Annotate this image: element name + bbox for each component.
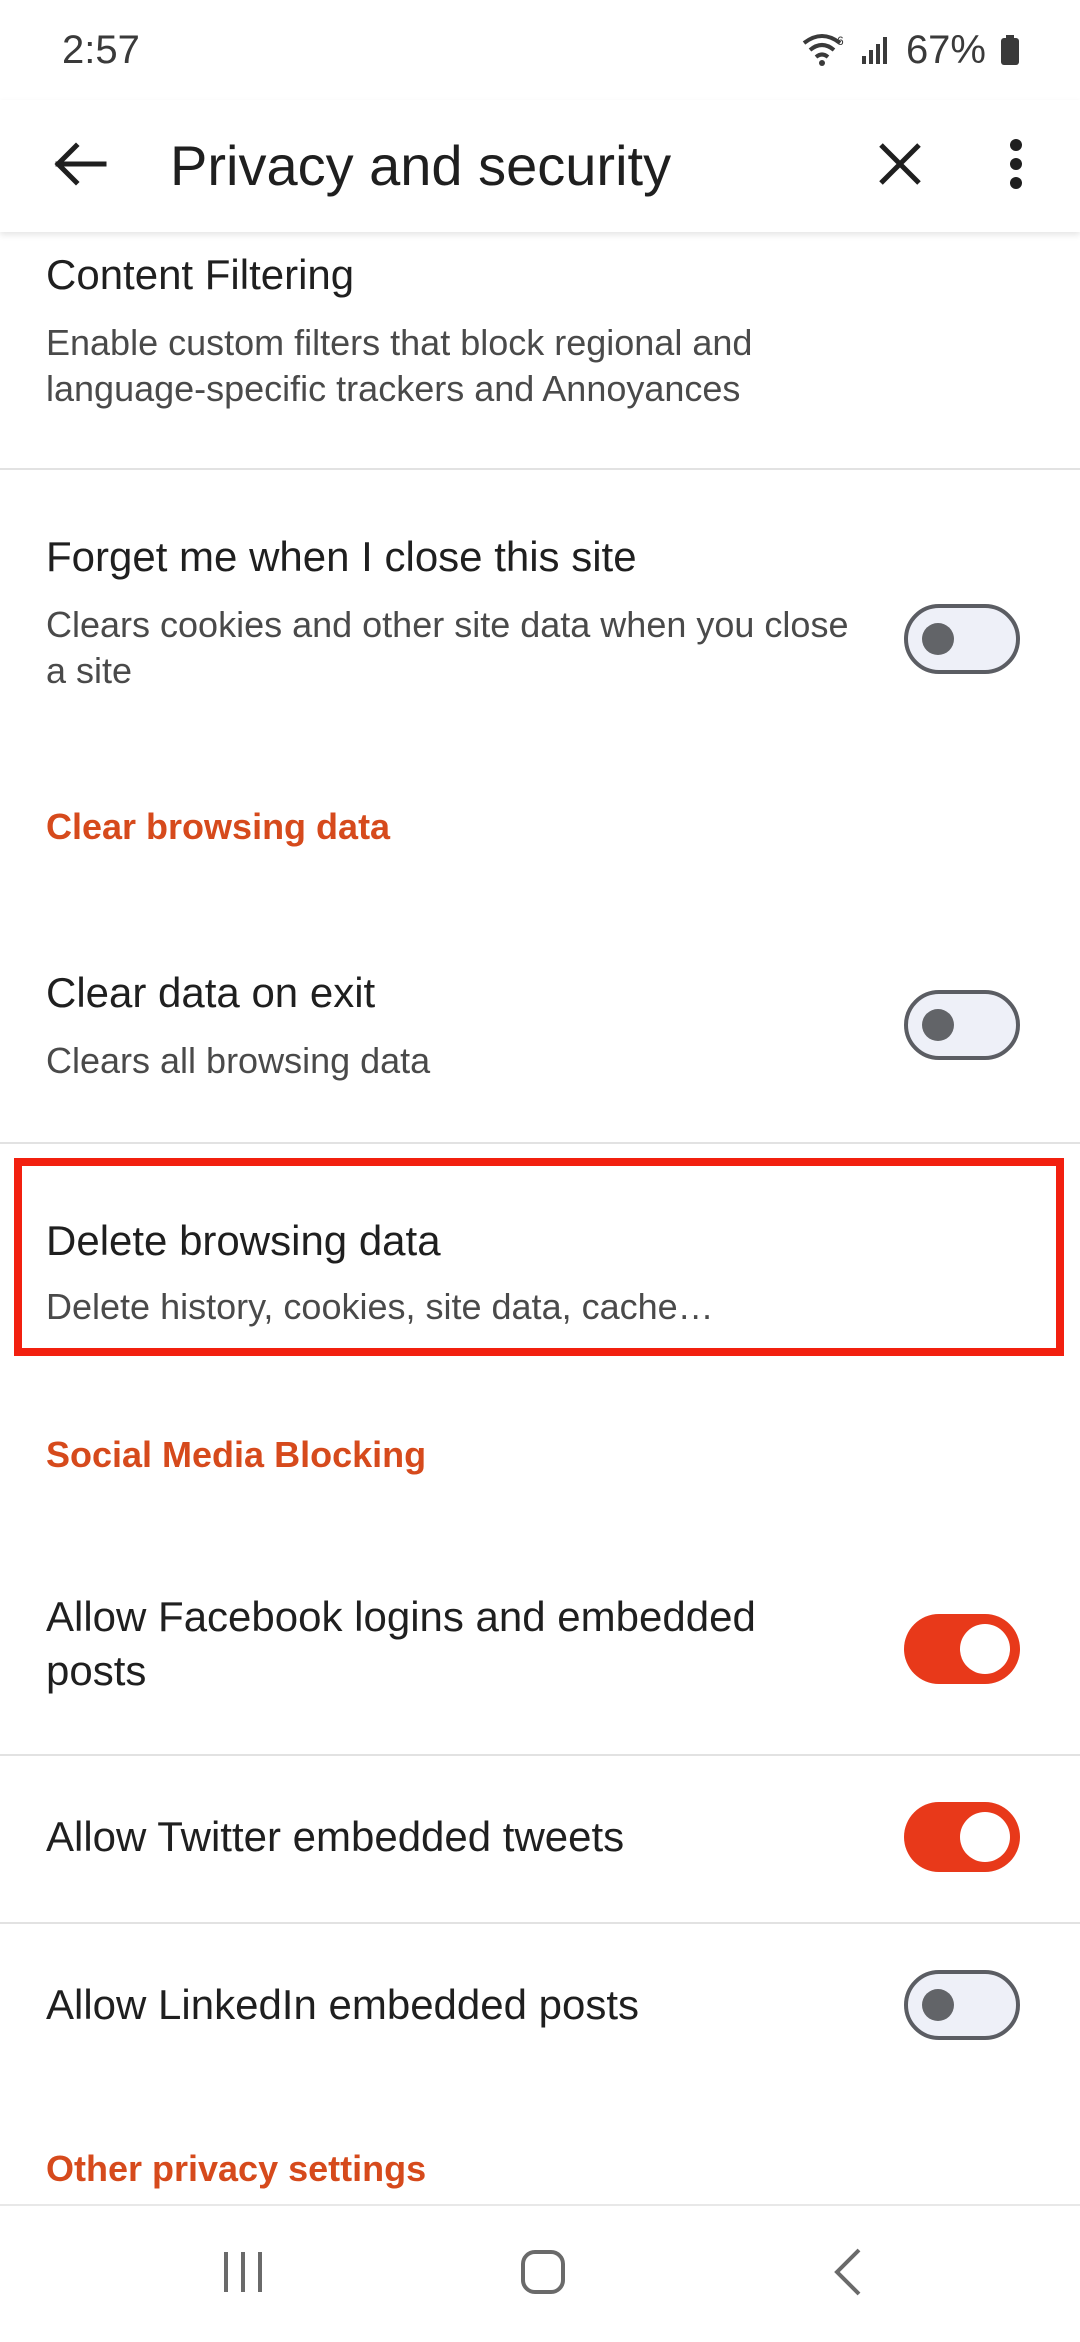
recents-button[interactable]: [188, 2234, 298, 2314]
setting-title: Delete browsing data: [46, 1217, 441, 1264]
setting-content-filtering[interactable]: Content Filtering Enable custom filters …: [0, 232, 1080, 468]
svg-text:6: 6: [837, 34, 844, 48]
battery-icon: [1000, 34, 1020, 66]
arrow-left-icon: [52, 140, 108, 193]
status-bar: 2:57 6 67%: [0, 0, 1080, 100]
setting-subtitle: Enable custom filters that block regiona…: [46, 322, 753, 409]
section-header-other-privacy: Other privacy settings: [46, 2148, 427, 2189]
linkedin-toggle[interactable]: [904, 1970, 1020, 2040]
section-header-social-media: Social Media Blocking: [46, 1434, 427, 1475]
app-bar: Privacy and security: [0, 100, 1080, 232]
system-nav-bar: [0, 2204, 1080, 2342]
facebook-toggle[interactable]: [904, 1614, 1020, 1684]
setting-subtitle: Clears all browsing data: [46, 1040, 431, 1081]
setting-title: Content Filtering: [46, 251, 355, 298]
setting-linkedin[interactable]: Allow LinkedIn embedded posts: [0, 1924, 1080, 2088]
setting-forget-me[interactable]: Forget me when I close this site Clears …: [0, 470, 1080, 800]
nav-back-icon: [829, 2246, 865, 2303]
close-icon: [877, 141, 923, 192]
clear-on-exit-toggle[interactable]: [904, 990, 1020, 1060]
recents-icon: [218, 2250, 268, 2299]
setting-title: Allow LinkedIn embedded posts: [46, 1981, 640, 2028]
setting-facebook[interactable]: Allow Facebook logins and embedded posts: [0, 1548, 1080, 1752]
divider: [0, 1142, 1080, 1144]
nav-back-button[interactable]: [792, 2234, 902, 2314]
setting-title: Allow Twitter embedded tweets: [46, 1813, 625, 1860]
status-time: 2:57: [62, 27, 140, 72]
setting-delete-browsing-data[interactable]: Delete browsing data Delete history, coo…: [0, 1154, 1080, 1360]
setting-clear-on-exit[interactable]: Clear data on exit Clears all browsing d…: [0, 916, 1080, 1142]
setting-twitter[interactable]: Allow Twitter embedded tweets: [0, 1756, 1080, 1920]
settings-list: Content Filtering Enable custom filters …: [0, 232, 1080, 2204]
battery-percent: 67%: [905, 27, 986, 72]
back-button[interactable]: [44, 130, 116, 202]
page-title: Privacy and security: [170, 134, 672, 197]
home-icon: [519, 2248, 567, 2301]
setting-title: Forget me when I close this site: [46, 533, 637, 580]
twitter-toggle[interactable]: [904, 1802, 1020, 1872]
setting-subtitle: Delete history, cookies, site data, cach…: [46, 1286, 714, 1327]
setting-title: Clear data on exit: [46, 969, 376, 1016]
forget-me-toggle[interactable]: [904, 604, 1020, 674]
more-options-button[interactable]: [986, 130, 1046, 202]
section-header-clear-browsing: Clear browsing data: [46, 806, 391, 847]
wifi-icon: 6: [802, 33, 846, 67]
home-button[interactable]: [488, 2234, 598, 2314]
signal-icon: [860, 34, 892, 66]
setting-subtitle: Clears cookies and other site data when …: [46, 604, 849, 691]
setting-title: Allow Facebook logins and embedded posts: [46, 1593, 756, 1694]
close-button[interactable]: [864, 130, 936, 202]
more-vert-icon: [1009, 138, 1023, 194]
